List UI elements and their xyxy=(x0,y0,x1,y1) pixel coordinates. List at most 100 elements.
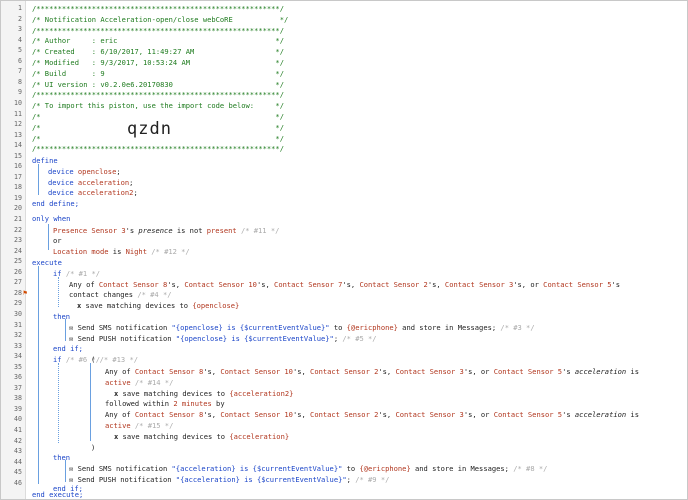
line-number: 22 xyxy=(14,225,22,234)
import-code-badge[interactable]: qzdn xyxy=(127,119,172,139)
header-stars-line: /***************************************… xyxy=(32,144,284,154)
line-number: 15 xyxy=(14,151,22,160)
send-push-1[interactable]: ✉ Send PUSH notification "{openclose} is… xyxy=(69,334,377,343)
define-block-bar xyxy=(38,164,39,195)
execute-block-bar xyxy=(38,266,39,484)
line-number: 39 xyxy=(14,404,22,413)
only-when-condition-2[interactable]: Location mode is Night /* #12 */ xyxy=(53,247,190,256)
header-stars-line: /***************************************… xyxy=(32,90,284,100)
line-number: 40 xyxy=(14,415,22,424)
define-keyword[interactable]: define xyxy=(32,156,58,165)
line-number: 14 xyxy=(14,141,22,150)
line-number: 9 xyxy=(18,88,22,97)
message-icon: ✉ xyxy=(69,464,74,474)
only-when-keyword[interactable]: only when xyxy=(32,214,70,223)
line-number: 13 xyxy=(14,130,22,139)
header-author-line: /* Author : eric */ xyxy=(32,36,284,46)
active-value-2[interactable]: active /* #15 */ xyxy=(105,421,173,430)
only-when-or: or xyxy=(53,236,62,246)
then1-block-bar xyxy=(65,319,66,341)
line-number: 8 xyxy=(18,77,22,86)
group-block-bar xyxy=(90,363,91,441)
line-number: 20 xyxy=(14,204,22,213)
only-when-condition-1[interactable]: Presence Sensor 3's presence is not pres… xyxy=(53,226,279,235)
flag-icon[interactable]: ⚑ xyxy=(23,289,27,297)
header-stars-line: /***************************************… xyxy=(32,4,284,13)
send-sms-2[interactable]: ✉ Send SMS notification "{acceleration} … xyxy=(69,464,547,473)
end-define-keyword[interactable]: end define; xyxy=(32,199,79,208)
execute-keyword[interactable]: execute xyxy=(32,258,62,267)
any-of-condition-3[interactable]: Any of Contact Sensor 8's, Contact Senso… xyxy=(105,410,639,419)
line-number: 23 xyxy=(14,236,22,245)
line-number: 24 xyxy=(14,246,22,255)
line-number: 17 xyxy=(14,172,22,181)
line-number: 3 xyxy=(18,25,22,34)
send-sms-1[interactable]: ✉ Send SMS notification "{openclose} is … xyxy=(69,323,535,332)
header-modified-line: /* Modified : 9/3/2017, 10:53:24 AM */ xyxy=(32,58,284,67)
only-when-block-bar xyxy=(48,224,49,250)
line-number: 5 xyxy=(18,46,22,55)
if2-condition-bar xyxy=(58,363,59,443)
end-if-1[interactable]: end if; xyxy=(53,344,83,353)
header-build-line: /* Build : 9 */ xyxy=(32,68,284,78)
line-number: 45 xyxy=(14,468,22,477)
save-matching-devices-3[interactable]: x save matching devices to {acceleration… xyxy=(114,432,289,441)
line-number: 36 xyxy=(14,373,22,382)
header-ui-version-line: /* UI version : v0.2.0e6.20170830 */ xyxy=(32,79,284,89)
send-push-2[interactable]: ✉ Send PUSH notification "{acceleration}… xyxy=(69,475,389,484)
line-number: 6 xyxy=(18,56,22,65)
line-number: 42 xyxy=(14,436,22,445)
end-execute-keyword[interactable]: end execute; xyxy=(32,490,83,499)
line-number: 2 xyxy=(18,14,22,23)
line-number: 19 xyxy=(14,193,22,202)
then-keyword-1[interactable]: then xyxy=(53,312,70,321)
header-import-line: /* To import this piston, use the import… xyxy=(32,101,284,111)
header-created-line: /* Created : 6/10/2017, 11:49:27 AM */ xyxy=(32,47,284,57)
line-number: 34 xyxy=(14,352,22,361)
header-stars-line: /***************************************… xyxy=(32,25,284,35)
line-number: 35 xyxy=(14,362,22,371)
followed-within[interactable]: followed within 2 minutes by xyxy=(105,399,225,408)
contact-changes-trigger[interactable]: contact changes /* #4 */ xyxy=(69,290,172,299)
if1-condition-bar xyxy=(58,277,59,307)
code-editor: /***************************************… xyxy=(0,0,688,500)
line-number: 38 xyxy=(14,394,22,403)
line-number: 7 xyxy=(18,67,22,76)
group-open-paren[interactable]: ( /* #13 */ xyxy=(91,355,138,364)
line-number: 43 xyxy=(14,447,22,456)
then2-block-bar xyxy=(65,460,66,482)
line-number: 29 xyxy=(14,299,22,308)
line-number: 16 xyxy=(14,162,22,171)
active-value-1[interactable]: active /* #14 */ xyxy=(105,378,173,387)
line-number: 10 xyxy=(14,98,22,107)
save-matching-devices-2[interactable]: x save matching devices to {acceleration… xyxy=(114,389,293,398)
line-number: 25 xyxy=(14,257,22,266)
message-icon: ✉ xyxy=(69,333,74,343)
line-number: 1 xyxy=(18,4,22,12)
if-statement-1[interactable]: if /* #1 */ xyxy=(53,269,100,278)
line-number: 41 xyxy=(14,426,22,434)
define-device-line[interactable]: device acceleration2; xyxy=(48,188,138,197)
line-number: 21 xyxy=(14,215,22,223)
line-number: 28 xyxy=(14,288,22,297)
save-matching-devices-1[interactable]: x save matching devices to {openclose} xyxy=(77,301,239,310)
line-number: 44 xyxy=(14,457,22,466)
header-title-line: /* Notification Acceleration-open/close … xyxy=(32,14,289,24)
then-keyword-2[interactable]: then xyxy=(53,453,70,462)
line-number: 31 xyxy=(14,320,22,329)
line-number: 46 xyxy=(14,478,22,487)
define-device-line[interactable]: device acceleration; xyxy=(48,178,133,187)
define-device-line[interactable]: device openclose; xyxy=(48,167,121,176)
line-number: 30 xyxy=(14,309,22,318)
line-number: 12 xyxy=(14,120,22,129)
line-number: 18 xyxy=(14,183,22,192)
line-number: 27 xyxy=(14,278,22,287)
line-number: 4 xyxy=(18,35,22,44)
group-close-paren[interactable]: ) xyxy=(91,443,95,452)
line-number: 11 xyxy=(14,109,22,118)
any-of-condition-2[interactable]: Any of Contact Sensor 8's, Contact Senso… xyxy=(105,367,639,376)
line-number: 32 xyxy=(14,331,22,340)
any-of-condition-1[interactable]: Any of Contact Sensor 8's, Contact Senso… xyxy=(69,280,620,289)
line-number: 33 xyxy=(14,341,22,350)
message-icon: ✉ xyxy=(69,322,74,332)
